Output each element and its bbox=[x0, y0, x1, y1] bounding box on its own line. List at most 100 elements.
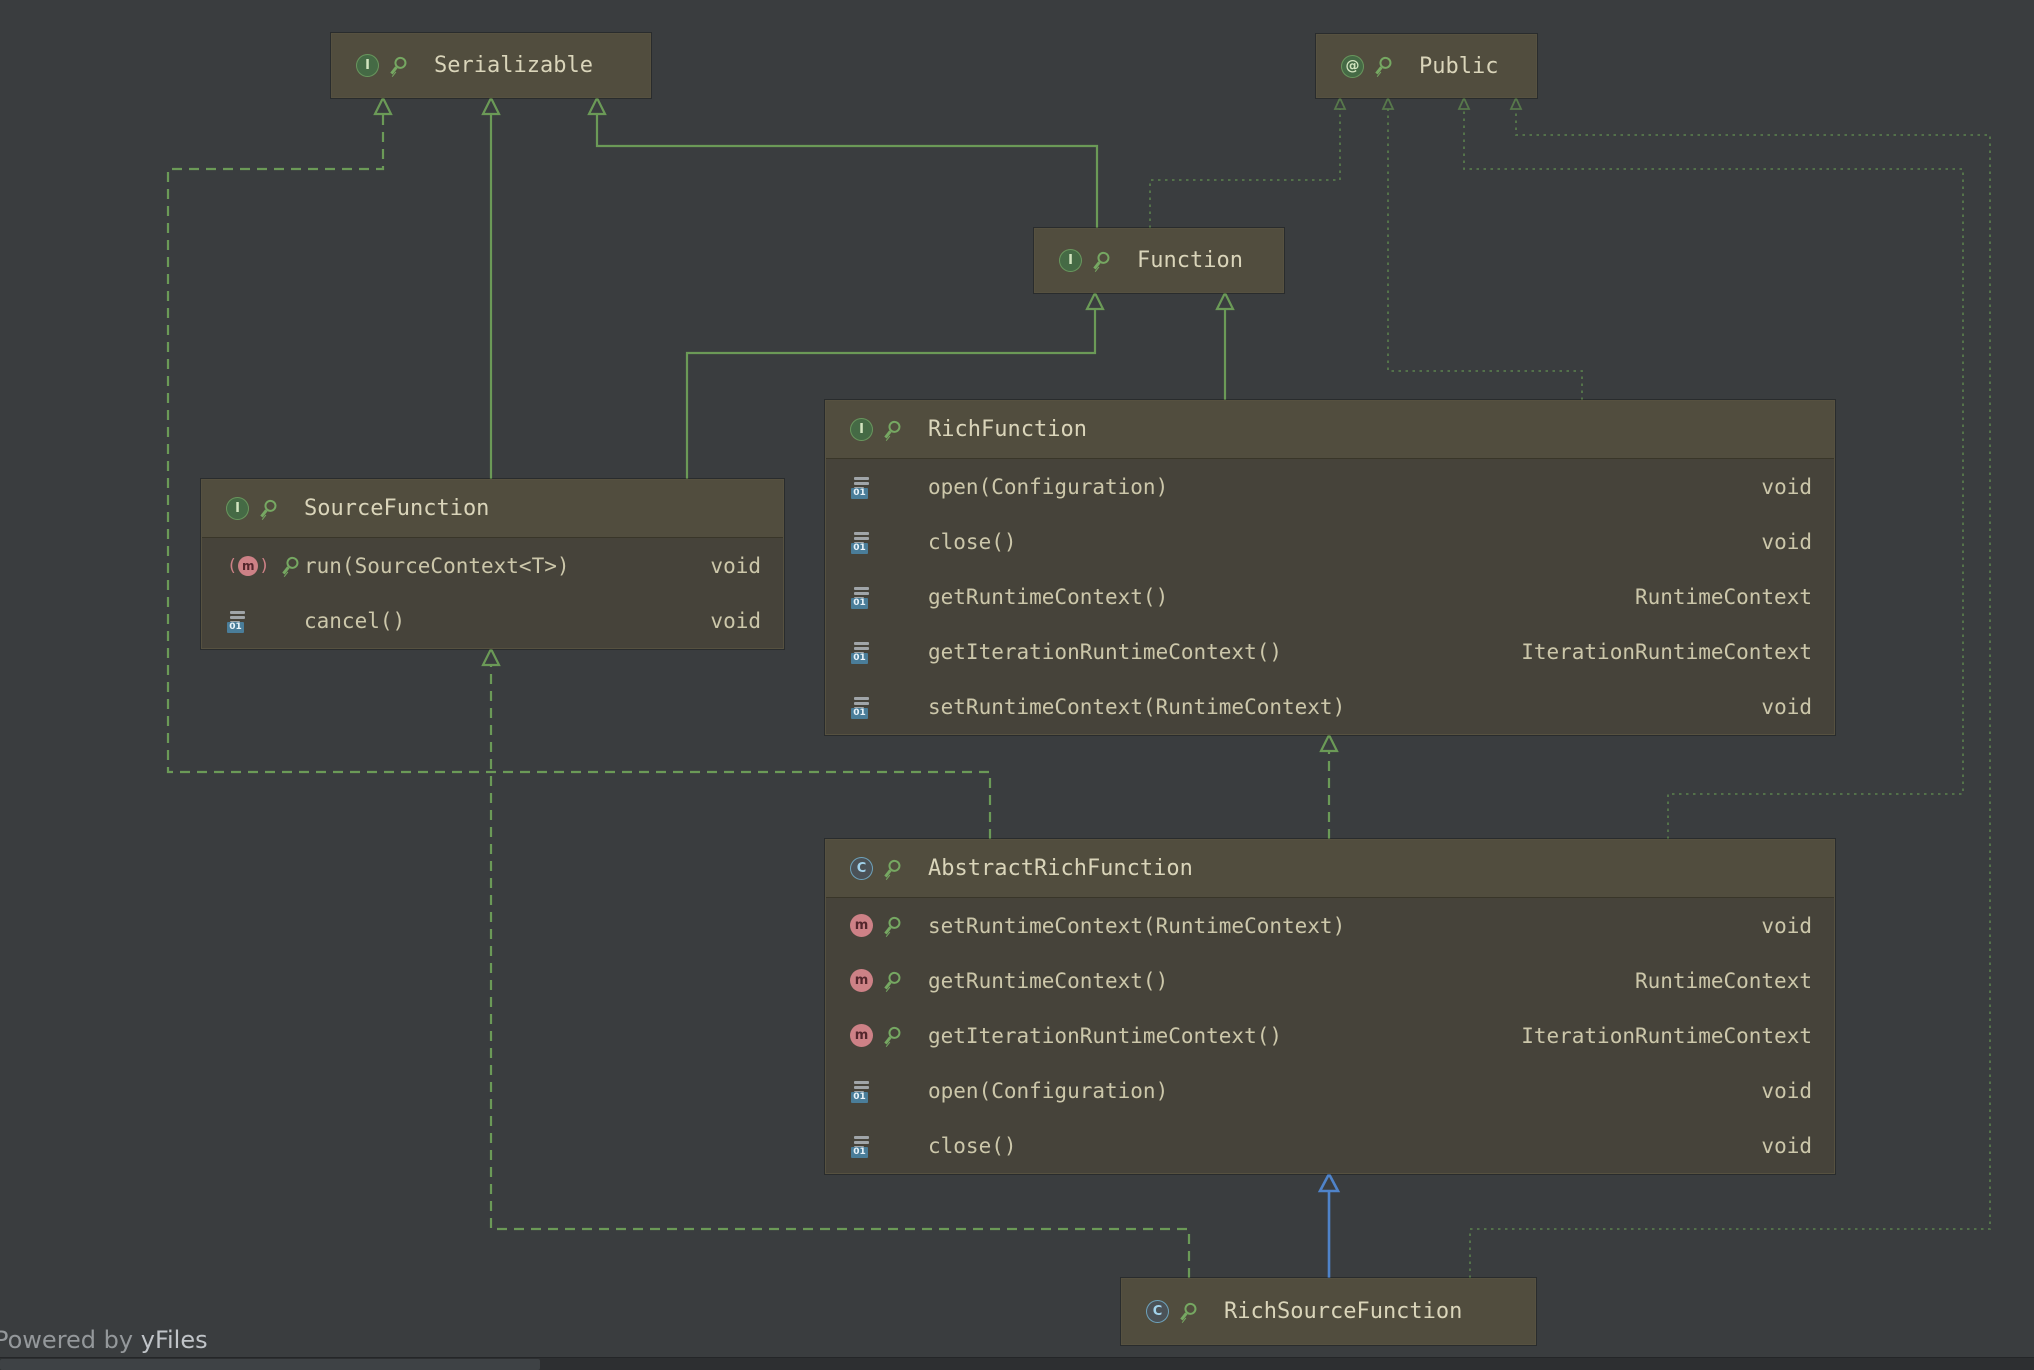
node-public[interactable]: @ Public bbox=[1316, 34, 1537, 98]
node-header[interactable]: I Function bbox=[1035, 229, 1283, 292]
annotation-icon: @ bbox=[1341, 54, 1364, 78]
key-icon bbox=[384, 51, 412, 79]
key-icon bbox=[878, 911, 906, 939]
nodes-layer: I Serializable @ Public I Function I RichFuncti… bbox=[0, 0, 2034, 1370]
member-return-type: IterationRuntimeContext bbox=[1521, 639, 1812, 664]
abstract01-icon: 01 bbox=[850, 1079, 874, 1103]
node-title: SourceFunction bbox=[304, 496, 490, 521]
member-icon-zone: 01 bbox=[850, 585, 928, 609]
member-return-type: void bbox=[1761, 1133, 1812, 1158]
member-name: setRuntimeContext(RuntimeContext) bbox=[928, 913, 1346, 938]
key-icon bbox=[878, 1021, 906, 1049]
member-row[interactable]: 01 setRuntimeContext(RuntimeContext) void bbox=[826, 679, 1834, 734]
header-icon-zone: I bbox=[1059, 249, 1137, 272]
member-name: run(SourceContext<T>) bbox=[304, 553, 570, 578]
node-richfunction[interactable]: I RichFunction 01 open(Configuration) void 01… bbox=[825, 400, 1835, 735]
class-icon: C bbox=[1146, 1300, 1169, 1323]
header-icon-zone: C bbox=[850, 857, 928, 880]
key-icon bbox=[878, 966, 906, 994]
member-icon-zone: 01 bbox=[850, 530, 928, 554]
node-header[interactable]: C RichSourceFunction bbox=[1122, 1279, 1535, 1344]
node-header[interactable]: I Serializable bbox=[332, 34, 650, 97]
member-return-type: void bbox=[710, 553, 761, 578]
member-row[interactable]: 01 cancel() void bbox=[202, 593, 783, 648]
watermark-prefix: Powered by bbox=[0, 1326, 141, 1354]
method-icon: m bbox=[850, 914, 873, 937]
abstract01-icon: 01 bbox=[850, 1134, 874, 1158]
member-row[interactable]: (m) run(SourceContext<T>) void bbox=[202, 538, 783, 593]
member-return-type: void bbox=[710, 608, 761, 633]
method-icon: m bbox=[850, 969, 873, 992]
class-icon: C bbox=[850, 857, 873, 880]
member-row[interactable]: 01 getRuntimeContext() RuntimeContext bbox=[826, 569, 1834, 624]
abstract01-icon: 01 bbox=[850, 475, 874, 499]
node-header[interactable]: C AbstractRichFunction bbox=[826, 840, 1834, 898]
member-name: setRuntimeContext(RuntimeContext) bbox=[928, 694, 1346, 719]
member-return-type: void bbox=[1761, 913, 1812, 938]
member-name: getIterationRuntimeContext() bbox=[928, 1023, 1283, 1048]
member-icon-zone: 01 bbox=[850, 475, 928, 499]
member-return-type: void bbox=[1761, 694, 1812, 719]
member-row[interactable]: m setRuntimeContext(RuntimeContext) void bbox=[826, 898, 1834, 953]
key-icon bbox=[1174, 1297, 1202, 1325]
member-return-type: IterationRuntimeContext bbox=[1521, 1023, 1812, 1048]
member-return-type: RuntimeContext bbox=[1634, 968, 1812, 993]
interface-icon: I bbox=[850, 418, 873, 441]
node-header[interactable]: @ Public bbox=[1317, 35, 1536, 97]
node-title: Public bbox=[1419, 53, 1499, 79]
node-header[interactable]: I SourceFunction bbox=[202, 480, 783, 538]
member-return-type: void bbox=[1761, 1078, 1812, 1103]
node-title: AbstractRichFunction bbox=[928, 856, 1193, 881]
watermark-brand: yFiles bbox=[140, 1326, 208, 1354]
abstract01-icon: 01 bbox=[226, 609, 250, 633]
scrollbar-thumb[interactable] bbox=[0, 1359, 540, 1370]
abstract01-icon: 01 bbox=[850, 530, 874, 554]
member-name: getRuntimeContext() bbox=[928, 968, 1169, 993]
horizontal-scrollbar[interactable] bbox=[0, 1357, 2034, 1370]
member-row[interactable]: 01 open(Configuration) void bbox=[826, 1063, 1834, 1118]
member-name: getRuntimeContext() bbox=[928, 584, 1169, 609]
yfiles-watermark: Powered by yFiles bbox=[0, 1326, 208, 1354]
member-icon-zone: 01 bbox=[850, 1134, 928, 1158]
node-serializable[interactable]: I Serializable bbox=[331, 33, 651, 98]
member-name: getIterationRuntimeContext() bbox=[928, 639, 1283, 664]
node-richsourcefunction[interactable]: C RichSourceFunction bbox=[1121, 1278, 1536, 1345]
key-icon bbox=[1087, 246, 1115, 274]
node-title: Function bbox=[1137, 248, 1243, 273]
abstract01-icon: 01 bbox=[850, 640, 874, 664]
member-row[interactable]: m getRuntimeContext() RuntimeContext bbox=[826, 953, 1834, 1008]
abstract01-icon: 01 bbox=[850, 695, 874, 719]
member-icon-zone: m bbox=[850, 914, 928, 937]
method-icon: m bbox=[850, 1024, 873, 1047]
member-row[interactable]: 01 close() void bbox=[826, 514, 1834, 569]
member-icon-zone: m bbox=[850, 1024, 928, 1047]
node-header[interactable]: I RichFunction bbox=[826, 401, 1834, 459]
abstract01-icon: 01 bbox=[850, 585, 874, 609]
member-icon-zone: 01 bbox=[226, 609, 304, 633]
member-return-type: RuntimeContext bbox=[1634, 584, 1812, 609]
member-name: close() bbox=[928, 1133, 1017, 1158]
member-name: open(Configuration) bbox=[928, 474, 1169, 499]
key-icon bbox=[254, 494, 282, 522]
member-row[interactable]: m getIterationRuntimeContext() IterationRu… bbox=[826, 1008, 1834, 1063]
member-name: close() bbox=[928, 529, 1017, 554]
node-sourcefunction[interactable]: I SourceFunction (m) run(SourceContext<T>) v… bbox=[201, 479, 784, 649]
key-icon bbox=[878, 415, 906, 443]
node-function[interactable]: I Function bbox=[1034, 228, 1284, 293]
member-icon-zone: 01 bbox=[850, 1079, 928, 1103]
header-icon-zone: @ bbox=[1341, 52, 1419, 80]
node-abstractrichfunction[interactable]: C AbstractRichFunction m setRuntimeContext(… bbox=[825, 839, 1835, 1174]
header-icon-zone: C bbox=[1146, 1300, 1224, 1323]
member-name: cancel() bbox=[304, 608, 406, 633]
diagram-canvas[interactable]: I Serializable @ Public I Function I RichFuncti… bbox=[0, 0, 2034, 1370]
member-row[interactable]: 01 getIterationRuntimeContext() IterationR… bbox=[826, 624, 1834, 679]
key-icon bbox=[1369, 52, 1397, 80]
abstract-method-icon: (m) bbox=[227, 555, 270, 576]
header-icon-zone: I bbox=[850, 418, 928, 441]
key-icon bbox=[878, 854, 906, 882]
member-return-type: void bbox=[1761, 529, 1812, 554]
member-row[interactable]: 01 close() void bbox=[826, 1118, 1834, 1173]
member-name: open(Configuration) bbox=[928, 1078, 1169, 1103]
node-title: Serializable bbox=[434, 53, 593, 78]
member-row[interactable]: 01 open(Configuration) void bbox=[826, 459, 1834, 514]
